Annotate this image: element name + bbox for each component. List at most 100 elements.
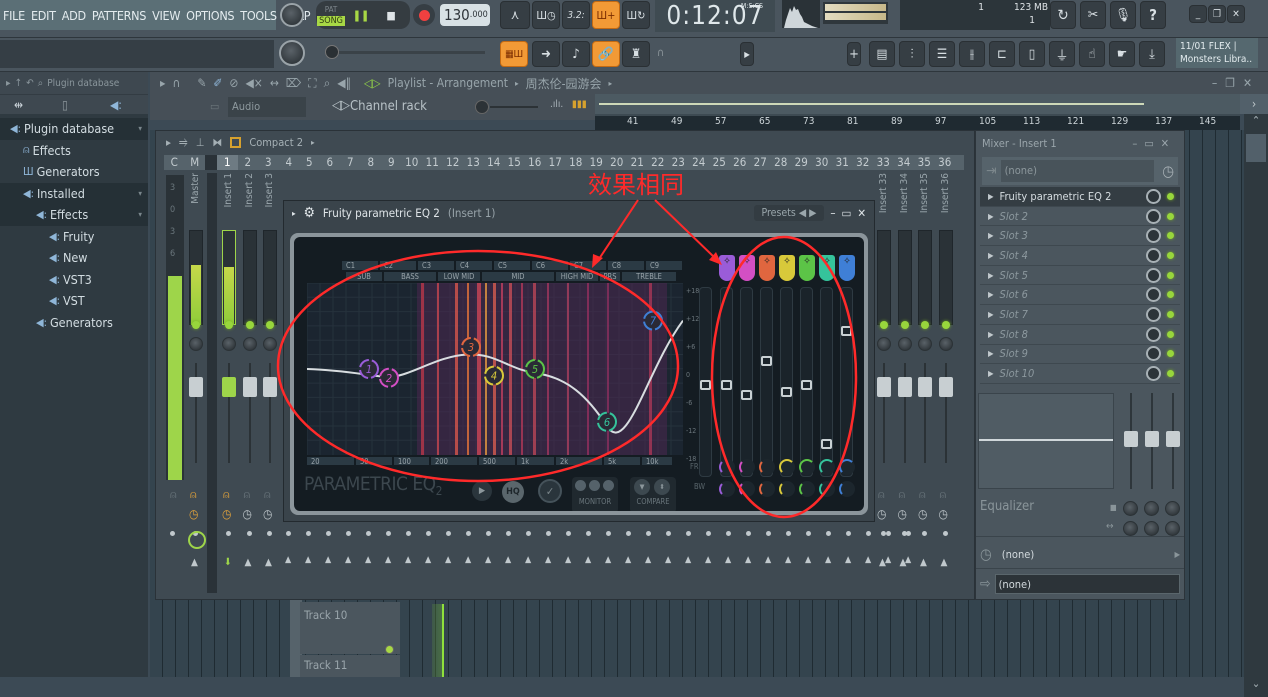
slot-mix-knob[interactable] bbox=[1146, 188, 1161, 204]
menu-tools[interactable]: TOOLS bbox=[240, 8, 277, 23]
slot-mix-knob[interactable] bbox=[1146, 247, 1161, 263]
insert-number[interactable]: 30 bbox=[812, 155, 833, 170]
enable-led[interactable] bbox=[921, 321, 929, 329]
eq-mid-fader[interactable] bbox=[1145, 431, 1159, 447]
insert-number[interactable]: 18 bbox=[566, 155, 587, 170]
menu-edit[interactable]: EDIT bbox=[31, 8, 56, 23]
route-icon[interactable]: ⍝ bbox=[223, 488, 230, 502]
bw-knob-3[interactable] bbox=[759, 481, 775, 497]
fader-handle[interactable] bbox=[761, 355, 772, 366]
route-up-icon[interactable]: ▲ bbox=[645, 555, 651, 565]
freq-knob-3[interactable] bbox=[759, 459, 775, 475]
pause-button[interactable]: ❚❚ bbox=[346, 1, 376, 29]
insert-number[interactable]: 10 bbox=[402, 155, 423, 170]
band-tab-6[interactable]: ✧ bbox=[819, 255, 835, 281]
band-fader-3[interactable] bbox=[760, 287, 773, 477]
send-dot[interactable] bbox=[426, 531, 431, 536]
insert-number[interactable]: 1 bbox=[217, 155, 238, 170]
volume-fader[interactable] bbox=[222, 377, 236, 397]
bw-knob-4[interactable] bbox=[779, 481, 795, 497]
browser-button[interactable]: ⊏ bbox=[989, 41, 1015, 67]
route-up-icon[interactable]: ▲ bbox=[765, 555, 771, 565]
route-up-icon[interactable]: ▲ bbox=[905, 555, 911, 565]
slot-mix-knob[interactable] bbox=[1146, 306, 1161, 322]
slot-enable-led[interactable] bbox=[1167, 370, 1174, 378]
latency-row[interactable]: ◷ (none) ▶ bbox=[980, 543, 1180, 565]
send-dot[interactable] bbox=[586, 531, 591, 536]
route-icon[interactable]: ⍝ bbox=[878, 488, 885, 502]
delete-tool-icon[interactable]: ⊘ bbox=[229, 76, 238, 90]
gear-icon[interactable]: ⚙ bbox=[304, 205, 315, 221]
route-up-icon[interactable]: ▲ bbox=[191, 557, 198, 568]
send-dot[interactable] bbox=[326, 531, 331, 536]
send-dot[interactable] bbox=[486, 531, 491, 536]
chevron-down-icon[interactable]: ▾ bbox=[138, 189, 142, 198]
fader-handle[interactable] bbox=[801, 380, 812, 390]
volume-fader[interactable] bbox=[242, 377, 257, 397]
route-up-icon[interactable]: ▲ bbox=[725, 555, 731, 565]
route-up-icon[interactable]: ▲ bbox=[465, 555, 471, 565]
step-edit-button[interactable]: Ш+ bbox=[592, 1, 620, 29]
insert-number[interactable]: 28 bbox=[771, 155, 792, 170]
send-dot[interactable] bbox=[942, 531, 948, 536]
zoom-tool-icon[interactable]: ⌕ bbox=[324, 76, 331, 91]
send-dot[interactable] bbox=[386, 531, 391, 536]
freq-knob-5[interactable] bbox=[799, 459, 815, 475]
slot-enable-led[interactable] bbox=[1167, 251, 1174, 259]
effect-slot[interactable]: ▶ Slot 9 bbox=[980, 345, 1180, 365]
band-fader-2[interactable] bbox=[740, 287, 753, 477]
route-icon[interactable]: ⍝ bbox=[940, 488, 947, 502]
effect-slot[interactable]: ▶ Slot 7 bbox=[980, 305, 1180, 325]
band-fader-6[interactable] bbox=[820, 287, 833, 477]
panel-window-controls[interactable]: –▭✕ bbox=[1132, 137, 1176, 150]
band-fader-4[interactable] bbox=[780, 287, 793, 477]
chevron-down-icon[interactable]: ▾ bbox=[138, 210, 142, 219]
send-dot[interactable] bbox=[446, 531, 451, 536]
effect-slot[interactable]: ▶ Fruity parametric EQ 2 bbox=[980, 187, 1180, 207]
effect-slot[interactable]: ▶ Slot 4 bbox=[980, 246, 1180, 266]
volume-fader[interactable] bbox=[897, 377, 912, 397]
mute-tool-icon[interactable]: ◀× bbox=[245, 76, 262, 90]
route-up-icon[interactable]: ▲ bbox=[385, 555, 391, 565]
browser-item[interactable]: ◀: Generators bbox=[0, 312, 148, 334]
menu-arrow-icon[interactable]: ▸ bbox=[166, 136, 171, 149]
browser-item[interactable]: ◀: Plugin database ▾ bbox=[0, 118, 148, 140]
volume-fader[interactable] bbox=[938, 377, 953, 397]
send-dot[interactable] bbox=[922, 531, 927, 536]
enable-led[interactable] bbox=[192, 321, 200, 329]
slot-enable-led[interactable] bbox=[1167, 212, 1174, 220]
search-icon[interactable]: ⌕ bbox=[38, 78, 44, 89]
eq-gain-knob[interactable] bbox=[1123, 501, 1138, 516]
audio-input-button[interactable]: 🎙 bbox=[1110, 1, 1136, 29]
enable-led[interactable] bbox=[266, 321, 274, 329]
eq-freq-knob[interactable] bbox=[1165, 521, 1180, 536]
band-fader-1[interactable] bbox=[720, 287, 733, 477]
insert-number[interactable]: 36 bbox=[935, 155, 956, 170]
project-button[interactable]: ▯ bbox=[1019, 41, 1045, 67]
menu-arrow-icon[interactable]: ▸ bbox=[292, 209, 296, 218]
eq-gain-knob[interactable] bbox=[1144, 501, 1159, 516]
slot-enable-led[interactable] bbox=[1167, 291, 1174, 299]
insert-number[interactable]: 33 bbox=[873, 155, 894, 170]
vertical-scrollbar[interactable]: ⌃ ⌄ bbox=[1244, 114, 1268, 697]
route-up-icon[interactable]: ▲ bbox=[805, 555, 811, 565]
route-up-icon[interactable]: ▲ bbox=[565, 555, 571, 565]
insert-number[interactable]: 6 bbox=[320, 155, 341, 170]
scroll-up-icon[interactable]: ⌃ bbox=[1244, 114, 1268, 134]
pan-knob[interactable] bbox=[897, 337, 912, 351]
volume-fader[interactable] bbox=[918, 377, 932, 397]
send-dot[interactable] bbox=[566, 531, 571, 536]
volume-fader[interactable] bbox=[877, 377, 891, 397]
insert-number[interactable]: 7 bbox=[340, 155, 361, 170]
insert-number[interactable]: 2 bbox=[238, 155, 259, 170]
slot-enable-led[interactable] bbox=[1167, 232, 1174, 240]
route-up-icon[interactable]: ▲ bbox=[865, 555, 871, 565]
latency-icon[interactable]: ◷ bbox=[222, 507, 231, 521]
touch-controller-button[interactable]: ☝ bbox=[1079, 41, 1105, 67]
send-dot[interactable] bbox=[906, 531, 911, 536]
insert-number[interactable]: 24 bbox=[689, 155, 710, 170]
close-button[interactable]: ✕ bbox=[1227, 5, 1245, 23]
route-up-icon[interactable]: ▲ bbox=[345, 555, 351, 565]
latency-icon[interactable]: ◷ bbox=[898, 507, 907, 521]
route-up-icon[interactable]: ▲ bbox=[941, 557, 948, 568]
